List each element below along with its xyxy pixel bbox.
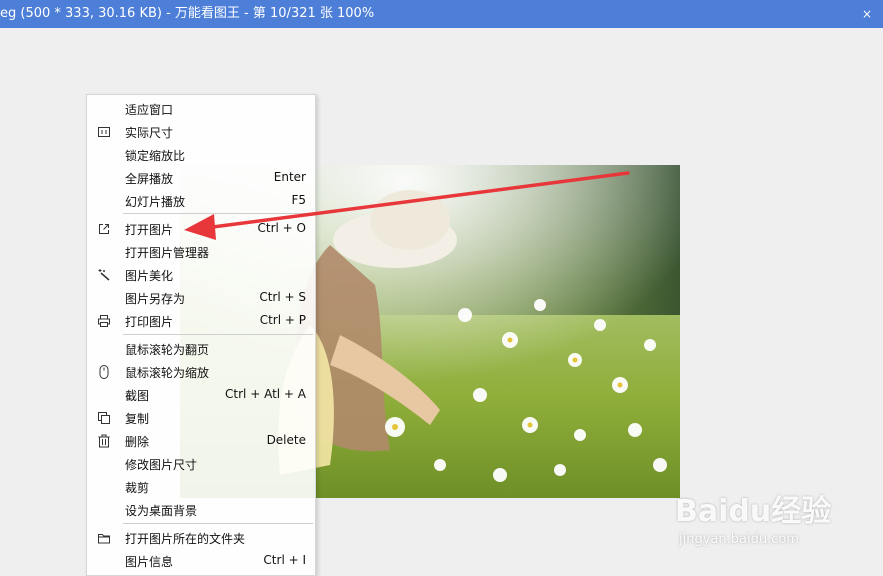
menu-item-label: 截图: [125, 389, 150, 403]
menu-item-save-as[interactable]: 图片另存为 Ctrl + S: [87, 287, 315, 309]
menu-item-print[interactable]: 打印图片 Ctrl + P: [87, 310, 315, 332]
context-menu: 适应窗口 实际尺寸 锁定缩放比 全屏播放 Enter 幻灯片播放 F5 打开图片…: [86, 94, 316, 576]
menu-item-label: 打开图片: [125, 223, 174, 237]
menu-item-shortcut: Ctrl + S: [259, 290, 306, 304]
menu-item-label: 打开图片所在的文件夹: [125, 532, 246, 546]
menu-item-delete[interactable]: 删除 Delete: [87, 430, 315, 452]
menu-item-wheel-zoom[interactable]: 鼠标滚轮为缩放: [87, 361, 315, 383]
menu-item-label: 图片信息: [125, 555, 174, 569]
menu-item-label: 图片美化: [125, 269, 174, 283]
menu-separator: [123, 334, 313, 335]
menu-item-shortcut: Enter: [273, 170, 306, 184]
menu-item-shortcut: Ctrl + I: [263, 553, 306, 567]
menu-item-label: 裁剪: [125, 481, 150, 495]
menu-item-lock-zoom[interactable]: 锁定缩放比: [87, 144, 315, 166]
menu-item-shortcut: F5: [291, 193, 306, 207]
menu-item-label: 修改图片尺寸: [125, 458, 198, 472]
menu-item-open-image[interactable]: 打开图片 Ctrl + O: [87, 218, 315, 240]
menu-separator: [123, 213, 313, 214]
menu-item-shortcut: Delete: [266, 433, 306, 447]
actual-size-icon: [98, 127, 110, 137]
menu-item-screenshot[interactable]: 截图 Ctrl + Atl + A: [87, 384, 315, 406]
menu-item-fullscreen[interactable]: 全屏播放 Enter: [87, 167, 315, 189]
magic-wand-icon: [98, 269, 110, 281]
menu-item-label: 适应窗口: [125, 103, 174, 117]
copy-icon: [98, 412, 110, 424]
menu-separator: [123, 523, 313, 524]
menu-item-label: 设为桌面背景: [125, 504, 198, 518]
baidu-logo: Baidu经验: [675, 494, 832, 529]
menu-item-open-folder[interactable]: 打开图片所在的文件夹: [87, 527, 315, 549]
trash-icon: [98, 434, 110, 448]
printer-icon: [98, 315, 110, 327]
mouse-icon: [99, 365, 109, 379]
folder-icon: [98, 534, 110, 544]
menu-item-label: 鼠标滚轮为翻页: [125, 343, 210, 357]
menu-item-label: 图片另存为: [125, 292, 186, 306]
menu-item-label: 实际尺寸: [125, 126, 174, 140]
menu-item-resize[interactable]: 修改图片尺寸: [87, 453, 315, 475]
menu-item-shortcut: Ctrl + Atl + A: [225, 387, 306, 401]
menu-item-open-manager[interactable]: 打开图片管理器: [87, 241, 315, 263]
menu-item-crop[interactable]: 裁剪: [87, 476, 315, 498]
open-external-icon: [99, 224, 109, 234]
menu-item-copy[interactable]: 复制: [87, 407, 315, 429]
menu-item-label: 鼠标滚轮为缩放: [125, 366, 210, 380]
menu-item-actual-size[interactable]: 实际尺寸: [87, 121, 315, 143]
menu-item-label: 打开图片管理器: [125, 246, 210, 260]
watermark-url: jingyan.baidu.com: [679, 532, 799, 547]
menu-item-label: 幻灯片播放: [125, 195, 186, 209]
menu-item-label: 全屏播放: [125, 172, 174, 186]
close-icon[interactable]: ×: [859, 0, 875, 28]
menu-item-beautify[interactable]: 图片美化: [87, 264, 315, 286]
menu-item-fit-window[interactable]: 适应窗口: [87, 98, 315, 120]
baidu-watermark: Baidu经验 jingyan.baidu.com: [675, 474, 875, 564]
window-title: eg (500 * 333, 30.16 KB) - 万能看图王 - 第 10/…: [0, 6, 375, 21]
menu-item-image-info[interactable]: 图片信息 Ctrl + I: [87, 550, 315, 572]
menu-item-shortcut: Ctrl + O: [257, 221, 306, 235]
menu-item-label: 复制: [125, 412, 150, 426]
menu-item-label: 删除: [125, 435, 150, 449]
menu-item-set-wallpaper[interactable]: 设为桌面背景: [87, 499, 315, 521]
title-bar: eg (500 * 333, 30.16 KB) - 万能看图王 - 第 10/…: [0, 0, 883, 28]
menu-item-label: 锁定缩放比: [125, 149, 186, 163]
menu-item-slideshow[interactable]: 幻灯片播放 F5: [87, 190, 315, 212]
menu-item-shortcut: Ctrl + P: [259, 313, 306, 327]
menu-item-wheel-page[interactable]: 鼠标滚轮为翻页: [87, 338, 315, 360]
menu-item-label: 打印图片: [125, 315, 174, 329]
